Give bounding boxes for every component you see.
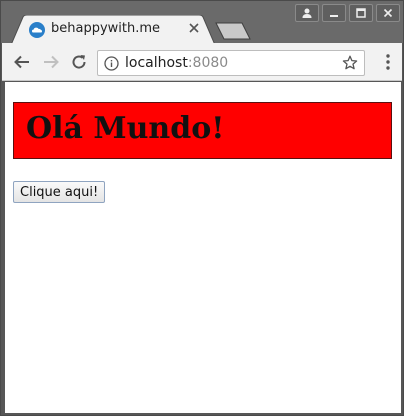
minimize-icon[interactable] xyxy=(322,4,346,22)
url-port: :8080 xyxy=(187,55,229,71)
browser-toolbar: localhost:8080 xyxy=(2,43,402,81)
new-tab-button[interactable] xyxy=(215,22,251,40)
tab-strip: behappywith.me xyxy=(1,1,403,45)
browser-window: behappywith.me localhost:8080 Olá Mundo!… xyxy=(0,0,404,416)
menu-dots-icon[interactable] xyxy=(384,53,392,71)
maximize-icon[interactable] xyxy=(349,4,373,22)
star-icon[interactable] xyxy=(342,55,358,71)
reload-icon[interactable] xyxy=(69,52,89,72)
tab-active[interactable]: behappywith.me xyxy=(11,15,217,45)
close-icon[interactable] xyxy=(376,4,400,22)
profile-icon[interactable] xyxy=(295,4,319,22)
url-text: localhost:8080 xyxy=(125,55,228,71)
close-tab-icon[interactable] xyxy=(187,21,201,35)
page-viewport: Olá Mundo! Clique aqui! xyxy=(5,82,401,413)
window-controls xyxy=(295,4,400,22)
click-here-button[interactable]: Clique aqui! xyxy=(13,181,106,203)
forward-arrow-icon[interactable] xyxy=(41,52,61,72)
page-heading: Olá Mundo! xyxy=(26,111,225,146)
back-arrow-icon[interactable] xyxy=(12,52,32,72)
heading-box: Olá Mundo! xyxy=(13,102,392,159)
url-host: localhost xyxy=(125,55,188,71)
tab-title: behappywith.me xyxy=(51,21,161,36)
address-bar[interactable]: localhost:8080 xyxy=(97,50,365,76)
cloud-icon xyxy=(29,22,45,38)
info-icon[interactable] xyxy=(104,56,119,71)
